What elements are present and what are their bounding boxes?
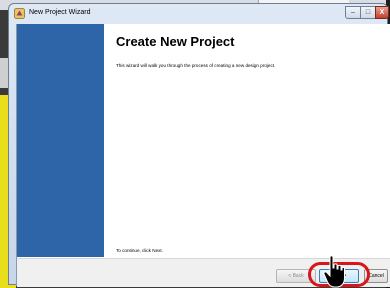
maximize-button[interactable]: □ [360,6,376,19]
app-icon [14,8,25,19]
wizard-description: This wizard will walk you through the pr… [116,63,276,68]
continue-instruction: To continue, click Next. [116,248,163,253]
minimize-button[interactable]: – [345,6,361,19]
mouse-pointer-icon [323,255,345,288]
title-bar[interactable]: New Project Wizard – □ X [9,4,389,24]
wizard-window: New Project Wizard – □ X Create New Proj… [8,3,390,287]
wizard-content: Create New Project This wizard will walk… [16,24,390,287]
page-title: Create New Project [116,34,235,49]
window-title: New Project Wizard [29,9,91,16]
close-button[interactable]: X [375,6,389,19]
wizard-side-panel [17,24,104,257]
